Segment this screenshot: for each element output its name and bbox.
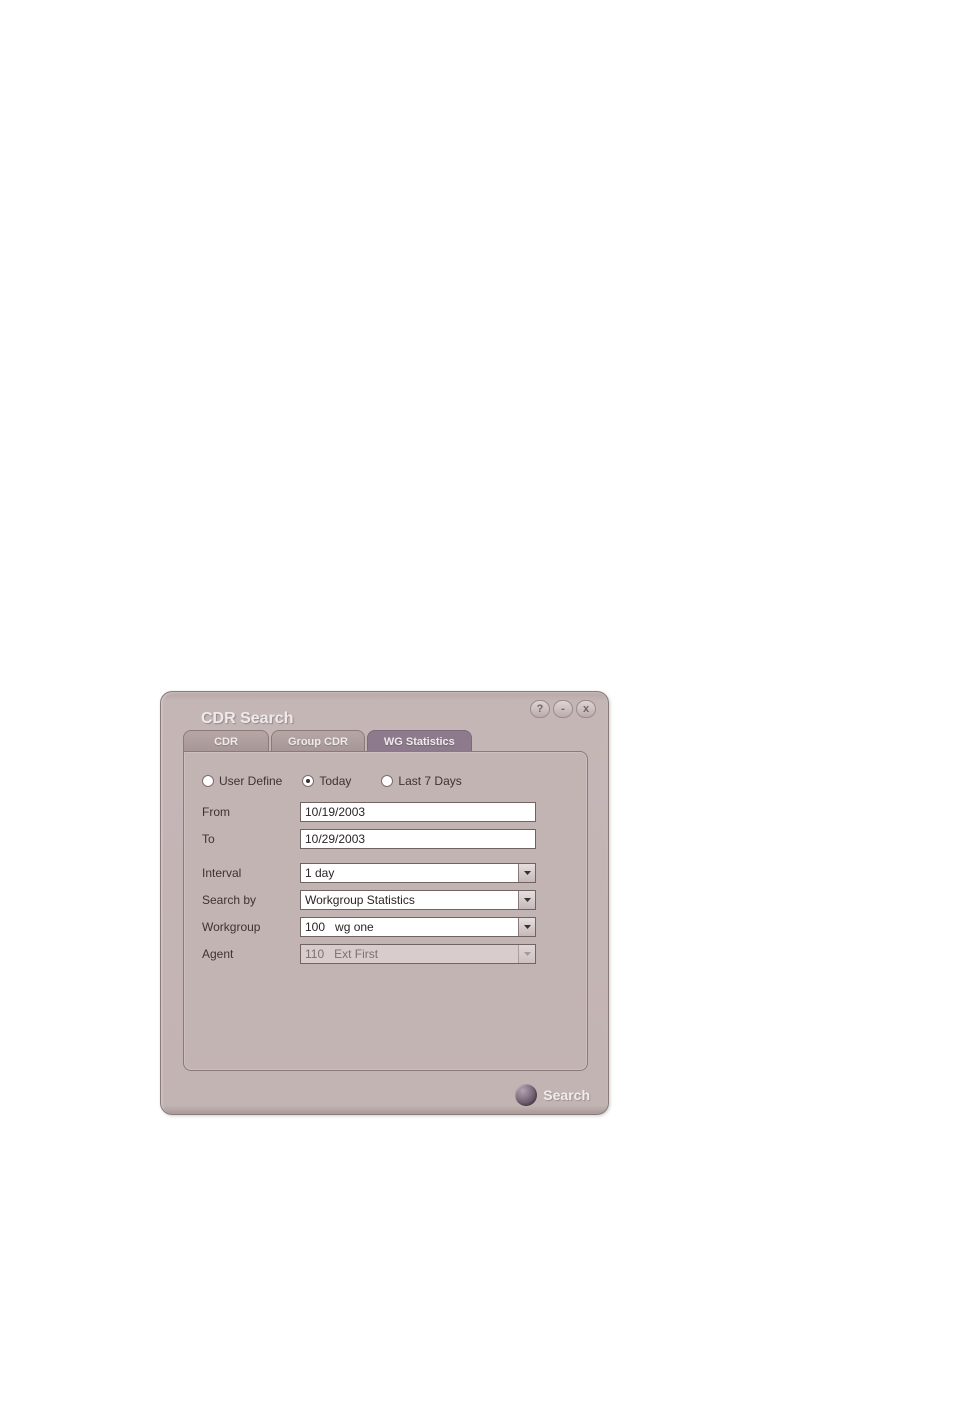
row-search-by: Search by <box>202 890 569 910</box>
minimize-button[interactable]: - <box>553 700 573 718</box>
chevron-down-icon[interactable] <box>518 891 535 909</box>
row-workgroup: Workgroup <box>202 917 569 937</box>
row-interval: Interval <box>202 863 569 883</box>
workgroup-select[interactable] <box>300 917 536 937</box>
search-by-label: Search by <box>202 893 300 907</box>
tab-wg-statistics[interactable]: WG Statistics <box>367 730 472 752</box>
workgroup-label: Workgroup <box>202 920 300 934</box>
chevron-down-icon <box>518 945 535 963</box>
form-panel: User Define Today Last 7 Days From To In… <box>183 751 588 1071</box>
radio-icon <box>302 775 314 787</box>
date-range-radio-group: User Define Today Last 7 Days <box>202 774 569 788</box>
row-agent: Agent <box>202 944 569 964</box>
agent-label: Agent <box>202 947 300 961</box>
interval-label: Interval <box>202 866 300 880</box>
chevron-down-icon[interactable] <box>518 918 535 936</box>
window-title: CDR Search <box>201 710 293 728</box>
radio-icon <box>202 775 214 787</box>
radio-label: Today <box>319 774 351 788</box>
chevron-down-icon[interactable] <box>518 864 535 882</box>
titlebar-buttons: ? - x <box>530 700 596 718</box>
search-label: Search <box>543 1087 590 1103</box>
tabs: CDR Group CDR WG Statistics <box>183 730 472 752</box>
to-input[interactable] <box>300 829 536 849</box>
help-button[interactable]: ? <box>530 700 550 718</box>
interval-select[interactable] <box>300 863 536 883</box>
agent-select <box>300 944 536 964</box>
from-label: From <box>202 805 300 819</box>
radio-icon <box>381 775 393 787</box>
tab-group-cdr[interactable]: Group CDR <box>271 730 365 752</box>
from-input[interactable] <box>300 802 536 822</box>
radio-last-7-days[interactable]: Last 7 Days <box>381 774 461 788</box>
radio-today[interactable]: Today <box>302 774 351 788</box>
row-from: From <box>202 802 569 822</box>
radio-label: Last 7 Days <box>398 774 461 788</box>
tab-cdr[interactable]: CDR <box>183 730 269 752</box>
to-label: To <box>202 832 300 846</box>
search-ball-icon <box>515 1084 537 1106</box>
row-to: To <box>202 829 569 849</box>
radio-label: User Define <box>219 774 282 788</box>
search-by-select[interactable] <box>300 890 536 910</box>
search-button[interactable]: Search <box>515 1084 590 1106</box>
cdr-search-window: ? - x CDR Search CDR Group CDR WG Statis… <box>160 691 609 1115</box>
close-button[interactable]: x <box>576 700 596 718</box>
radio-user-define[interactable]: User Define <box>202 774 282 788</box>
